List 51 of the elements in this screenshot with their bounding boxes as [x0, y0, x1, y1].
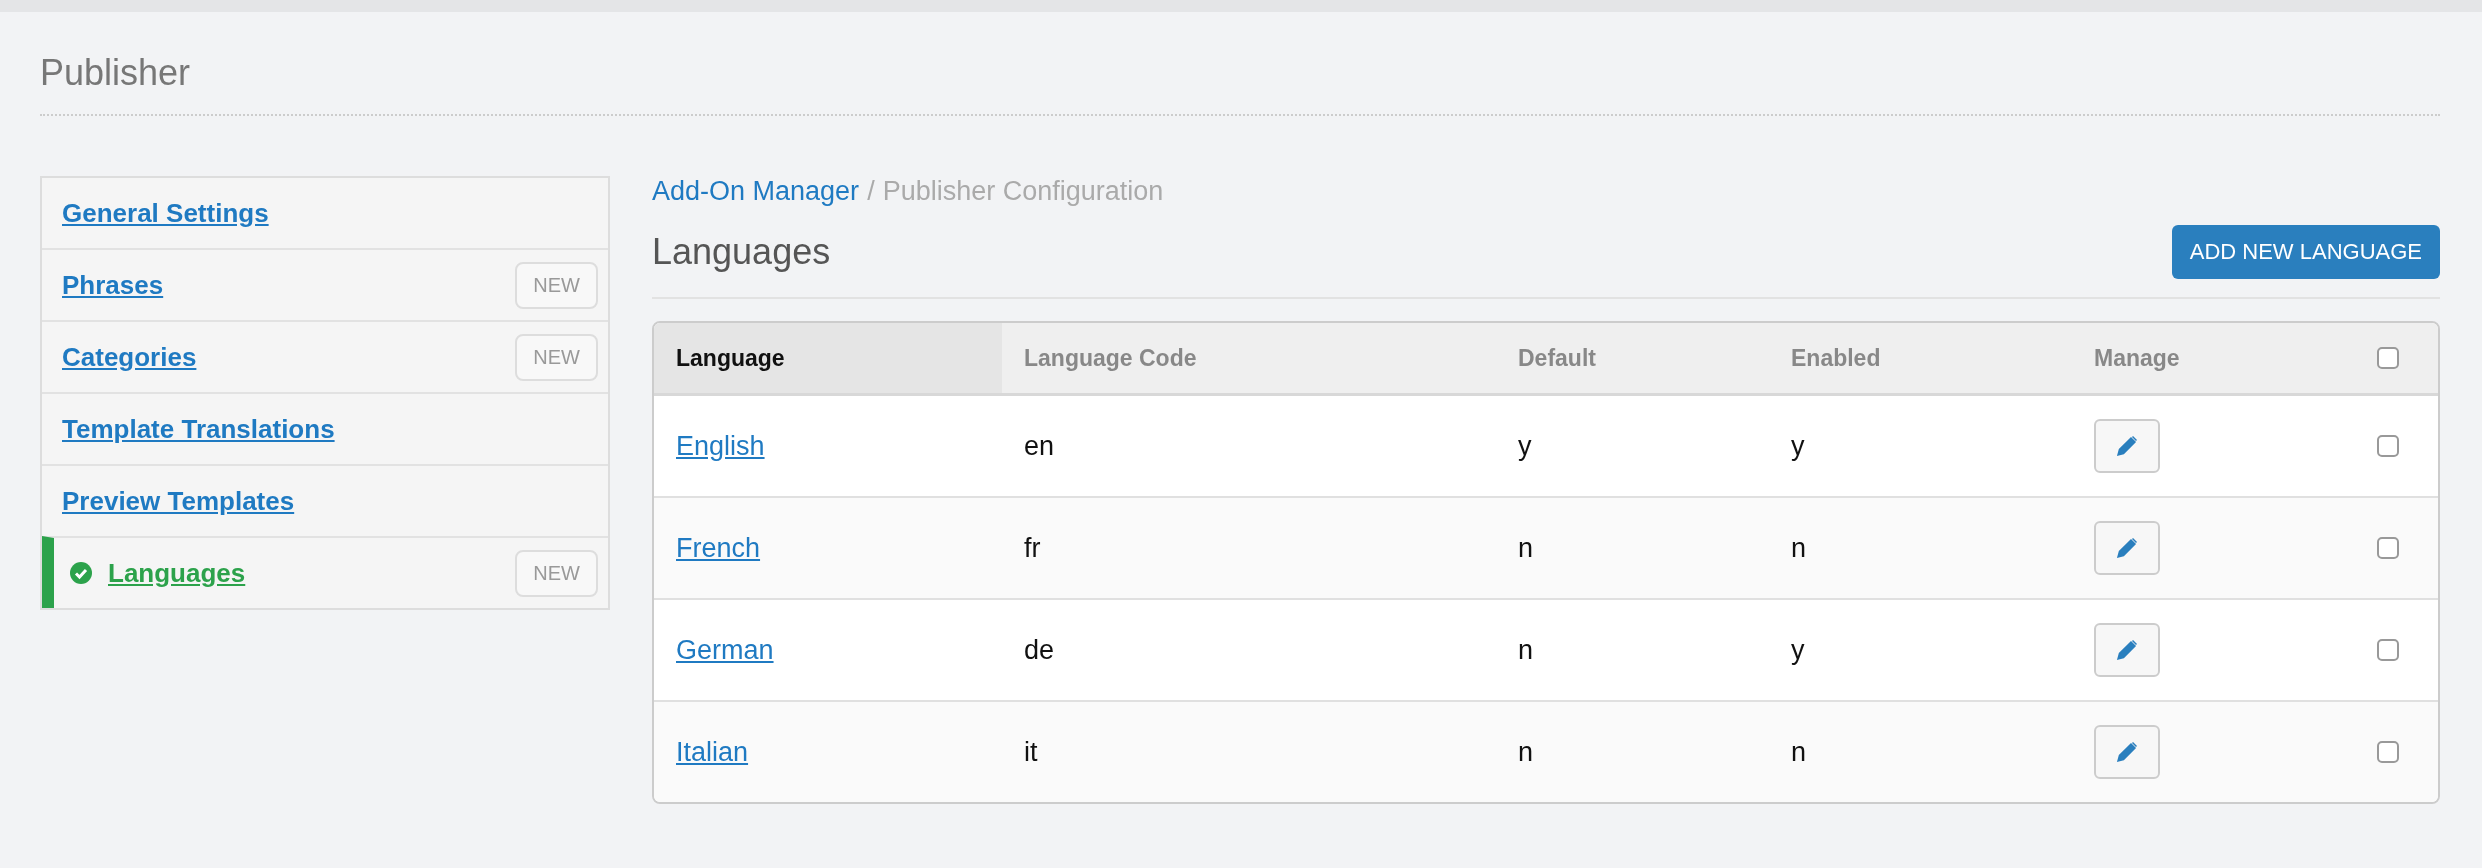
pencil-icon	[2115, 638, 2139, 662]
sidebar-link[interactable]: Preview Templates	[62, 485, 598, 517]
new-badge: NEW	[515, 333, 598, 381]
column-header[interactable]: Default	[1496, 323, 1769, 393]
checkbox[interactable]	[2377, 347, 2399, 369]
sidebar-link[interactable]: Categories	[62, 341, 516, 373]
edit-button[interactable]	[2094, 419, 2160, 473]
column-header[interactable]: Language	[654, 323, 1002, 393]
table-cell-text: n	[1517, 736, 1535, 768]
table-cell-text: it	[1023, 736, 1039, 768]
column-header[interactable]: Manage	[2072, 323, 2358, 393]
breadcrumb-current: Publisher Configuration	[882, 176, 1164, 207]
add-language-button[interactable]: ADD NEW LANGUAGE	[2171, 225, 2440, 279]
breadcrumb-separator: /	[867, 176, 875, 207]
edit-button[interactable]	[2094, 521, 2160, 575]
pencil-icon	[2115, 740, 2139, 764]
table-cell-text: y	[1790, 634, 1806, 666]
checkbox[interactable]	[2377, 741, 2399, 763]
language-link[interactable]: English	[676, 430, 765, 461]
page-title: Publisher	[40, 51, 192, 95]
breadcrumb-link[interactable]: Add-On Manager	[652, 176, 860, 207]
section-heading: Languages	[652, 231, 831, 273]
language-link[interactable]: French	[676, 532, 761, 563]
new-badge: NEW	[515, 261, 598, 309]
checkbox[interactable]	[2377, 639, 2399, 661]
table-cell-text: y	[1517, 430, 1533, 462]
sidebar-link[interactable]: Languages	[108, 557, 516, 589]
column-header[interactable]: Language Code	[1002, 323, 1496, 393]
table-cell-text: n	[1790, 736, 1808, 768]
check-circle-icon	[70, 562, 92, 584]
sidebar-link[interactable]: Phrases	[62, 269, 516, 301]
table-cell-text: n	[1790, 532, 1808, 564]
sidebar-link[interactable]: Template Translations	[62, 413, 598, 445]
new-badge: NEW	[515, 549, 598, 597]
edit-button[interactable]	[2094, 725, 2160, 779]
table-cell-text: y	[1790, 430, 1806, 462]
language-link[interactable]: Italian	[676, 736, 749, 767]
edit-button[interactable]	[2094, 623, 2160, 677]
pencil-icon	[2115, 434, 2139, 458]
language-link[interactable]: German	[676, 634, 774, 665]
checkbox[interactable]	[2377, 435, 2399, 457]
table-cell-text: n	[1517, 532, 1535, 564]
table-cell-text: de	[1023, 634, 1056, 666]
pencil-icon	[2115, 536, 2139, 560]
table-cell-text: n	[1517, 634, 1535, 666]
sidebar-item[interactable]: Languages NEW	[42, 536, 608, 608]
table-cell-text: fr	[1023, 532, 1042, 564]
column-header[interactable]: Enabled	[1769, 323, 2072, 393]
table-cell-text: en	[1023, 430, 1056, 462]
sidebar-link[interactable]: General Settings	[62, 197, 598, 229]
checkbox[interactable]	[2377, 537, 2399, 559]
